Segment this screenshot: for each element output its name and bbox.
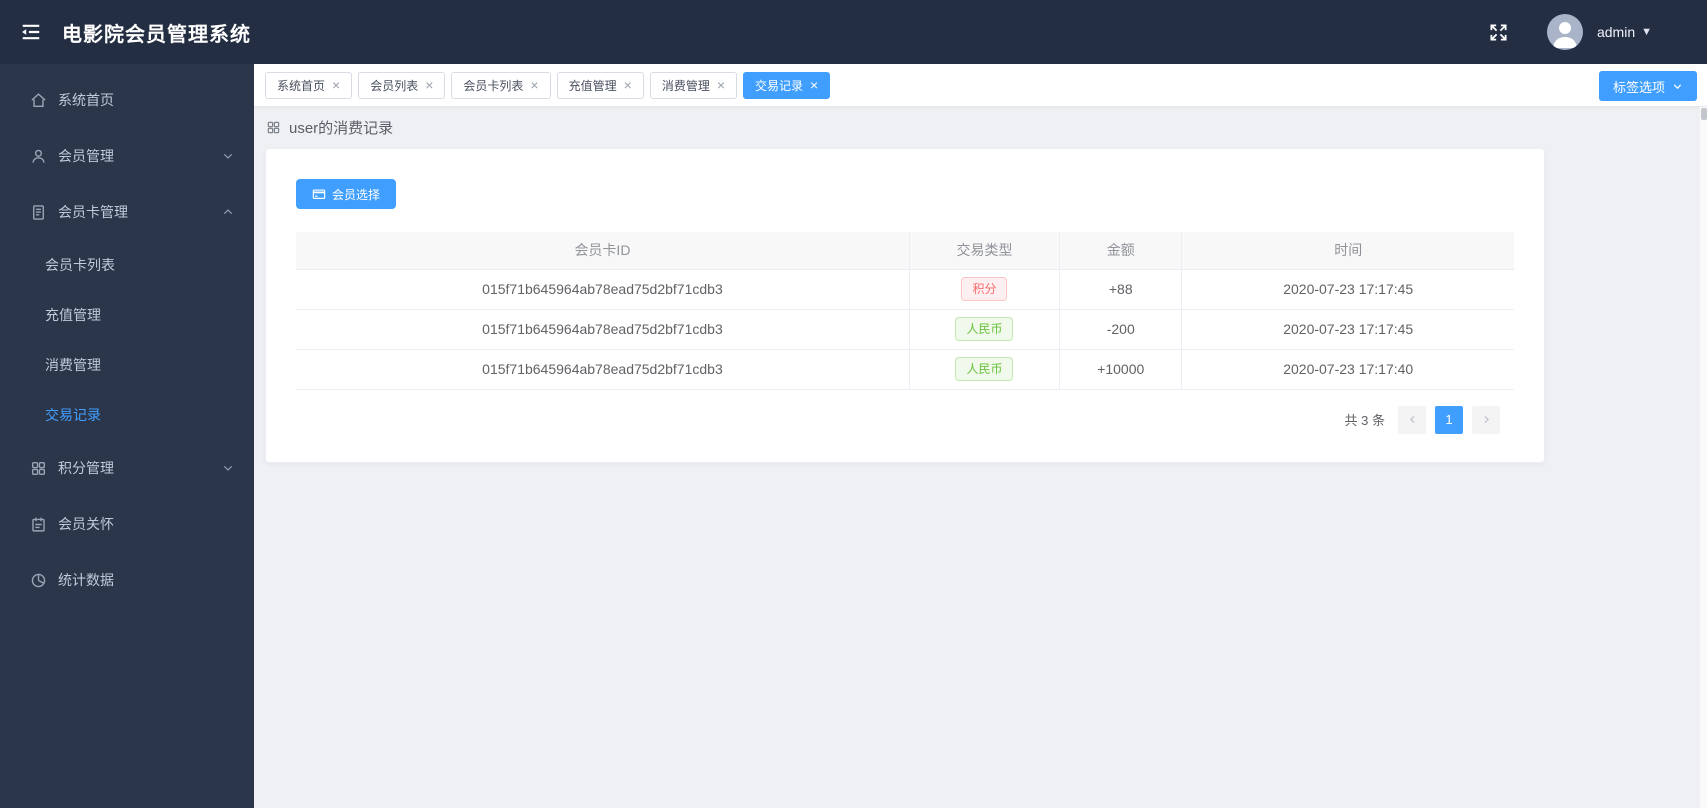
cell-transaction-type: 人民币 xyxy=(909,349,1061,390)
close-icon[interactable]: × xyxy=(530,78,538,92)
sidebar-subitem-recharge-management[interactable]: 充值管理 xyxy=(0,290,254,340)
transaction-type-tag: 积分 xyxy=(961,277,1008,301)
cell-time: 2020-07-23 17:17:45 xyxy=(1181,309,1514,350)
main-area: 系统首页 × 会员列表 × 会员卡列表 × 充值管理 × 消费管理 × 交易记录 × 标签选项 use… xyxy=(254,64,1707,808)
transaction-type-tag: 人民币 xyxy=(955,357,1014,381)
sidebar-item-label: 会员管理 xyxy=(58,148,114,164)
menu-fold-icon[interactable] xyxy=(20,20,44,44)
bank-card-icon xyxy=(312,187,326,201)
sidebar-item-points-management[interactable]: 积分管理 xyxy=(0,440,254,496)
sidebar-item-member-card-management[interactable]: 会员卡管理 xyxy=(0,184,254,240)
page-title: user的消费记录 xyxy=(289,120,394,137)
user-icon xyxy=(30,147,48,165)
column-header: 时间 xyxy=(1181,232,1514,270)
sidebar-item-label: 会员关怀 xyxy=(58,516,114,532)
close-icon[interactable]: × xyxy=(332,78,340,92)
pagination: 共 3 条 1 xyxy=(296,405,1514,434)
next-page-button[interactable] xyxy=(1472,405,1500,434)
chevron-up-icon xyxy=(222,206,234,218)
sidebar-subitem-consumption-management[interactable]: 消费管理 xyxy=(0,340,254,390)
sidebar-item-member-care[interactable]: 会员关怀 xyxy=(0,496,254,552)
tab-member-list[interactable]: 会员列表 × xyxy=(358,71,446,99)
sidebar-item-statistics[interactable]: 统计数据 xyxy=(0,552,254,608)
chevron-down-icon xyxy=(1672,81,1683,92)
tag-options-label: 标签选项 xyxy=(1612,79,1665,95)
cell-amount: +88 xyxy=(1059,269,1183,310)
tab-consumption-management[interactable]: 消费管理 × xyxy=(649,71,738,99)
tab-home[interactable]: 系统首页 × xyxy=(265,71,353,99)
column-header: 会员卡ID xyxy=(296,232,910,270)
close-icon[interactable]: × xyxy=(810,78,818,92)
app-header: 电影院会员管理系统 admin ▼ xyxy=(0,0,1707,64)
tab-label: 会员列表 xyxy=(370,78,419,93)
table-row: 015f71b645964ab78ead75d2bf71cdb3 人民币 +1000… xyxy=(296,349,1514,390)
sidebar-item-label: 会员卡管理 xyxy=(58,204,128,220)
cell-amount: -200 xyxy=(1059,309,1183,350)
sidebar-item-label: 统计数据 xyxy=(58,572,114,588)
sidebar-item-member-management[interactable]: 会员管理 xyxy=(0,128,254,184)
sidebar-item-home[interactable]: 系统首页 xyxy=(0,72,254,128)
cell-amount: +10000 xyxy=(1059,349,1183,390)
username-label: admin xyxy=(1596,24,1636,40)
tab-list: 系统首页 × 会员列表 × 会员卡列表 × 充值管理 × 消费管理 × 交易记录 × xyxy=(265,71,831,99)
header-right: admin ▼ xyxy=(1489,14,1652,50)
app-title: 电影院会员管理系统 xyxy=(62,23,251,46)
cell-time: 2020-07-23 17:17:40 xyxy=(1181,349,1514,390)
cell-time: 2020-07-23 17:17:45 xyxy=(1181,269,1514,310)
close-icon[interactable]: × xyxy=(717,78,725,92)
tab-transaction-records[interactable]: 交易记录 × xyxy=(743,71,831,99)
user-menu[interactable]: admin ▼ xyxy=(1597,24,1652,40)
tab-bar: 系统首页 × 会员列表 × 会员卡列表 × 充值管理 × 消费管理 × 交易记录 × 标签选项 xyxy=(254,64,1707,107)
document-icon xyxy=(30,203,48,221)
tab-recharge-management[interactable]: 充值管理 × xyxy=(556,71,644,99)
table-header-row: 会员卡ID 交易类型 金额 时间 xyxy=(296,232,1514,270)
page-number-button[interactable]: 1 xyxy=(1435,405,1463,434)
tab-label: 充值管理 xyxy=(568,78,617,93)
chevron-down-icon xyxy=(222,150,234,162)
close-icon[interactable]: × xyxy=(425,78,433,92)
member-select-button[interactable]: 会员选择 xyxy=(296,179,397,209)
grid-icon xyxy=(266,120,281,135)
close-icon[interactable]: × xyxy=(624,78,632,92)
tab-member-card-list[interactable]: 会员卡列表 × xyxy=(451,71,551,99)
tag-options-button[interactable]: 标签选项 xyxy=(1598,71,1697,101)
tab-label: 消费管理 xyxy=(661,78,710,93)
sidebar-subitem-member-card-list[interactable]: 会员卡列表 xyxy=(0,240,254,290)
page-heading: user的消费记录 xyxy=(254,107,1707,148)
pagination-total: 共 3 条 xyxy=(1344,413,1385,428)
chevron-down-icon xyxy=(222,462,234,474)
avatar[interactable] xyxy=(1546,14,1583,50)
tab-label: 交易记录 xyxy=(755,78,804,93)
sidebar-item-label: 积分管理 xyxy=(58,460,114,476)
cell-card-id: 015f71b645964ab78ead75d2bf71cdb3 xyxy=(296,269,910,310)
cell-transaction-type: 人民币 xyxy=(909,309,1061,350)
cell-card-id: 015f71b645964ab78ead75d2bf71cdb3 xyxy=(296,309,910,350)
tab-label: 系统首页 xyxy=(277,78,326,93)
sidebar-subitem-transaction-records[interactable]: 交易记录 xyxy=(0,390,254,440)
sidebar-nav: 系统首页会员管理会员卡管理会员卡列表 充值管理 消费管理 交易记录积分管理会员关怀统计… xyxy=(0,72,254,608)
fullscreen-icon[interactable] xyxy=(1489,22,1509,42)
transaction-type-tag: 人民币 xyxy=(955,317,1014,341)
home-icon xyxy=(30,91,48,109)
pie-icon xyxy=(30,571,48,589)
member-select-label: 会员选择 xyxy=(332,187,381,202)
table-row: 015f71b645964ab78ead75d2bf71cdb3 人民币 -200 2… xyxy=(296,309,1514,350)
tab-label: 会员卡列表 xyxy=(463,78,524,93)
cell-card-id: 015f71b645964ab78ead75d2bf71cdb3 xyxy=(296,349,910,390)
caret-down-icon: ▼ xyxy=(1641,26,1652,38)
column-header: 金额 xyxy=(1059,232,1183,270)
grid-icon xyxy=(30,459,48,477)
sidebar: 系统首页会员管理会员卡管理会员卡列表 充值管理 消费管理 交易记录积分管理会员关怀统计… xyxy=(0,64,254,808)
notebook-icon xyxy=(30,515,48,533)
scrollbar[interactable] xyxy=(1699,107,1707,808)
table-row: 015f71b645964ab78ead75d2bf71cdb3 积分 +88 202… xyxy=(296,269,1514,310)
cell-transaction-type: 积分 xyxy=(909,269,1061,310)
prev-page-button[interactable] xyxy=(1398,405,1426,434)
content-card: 会员选择 会员卡ID 交易类型 金额 时间 015f71b645964ab78ead7… xyxy=(265,148,1545,463)
transactions-table: 会员卡ID 交易类型 金额 时间 015f71b645964ab78ead75d2bf… xyxy=(296,232,1514,390)
column-header: 交易类型 xyxy=(909,232,1061,270)
scrollbar-thumb[interactable] xyxy=(1701,108,1707,120)
sidebar-item-label: 系统首页 xyxy=(58,92,114,108)
